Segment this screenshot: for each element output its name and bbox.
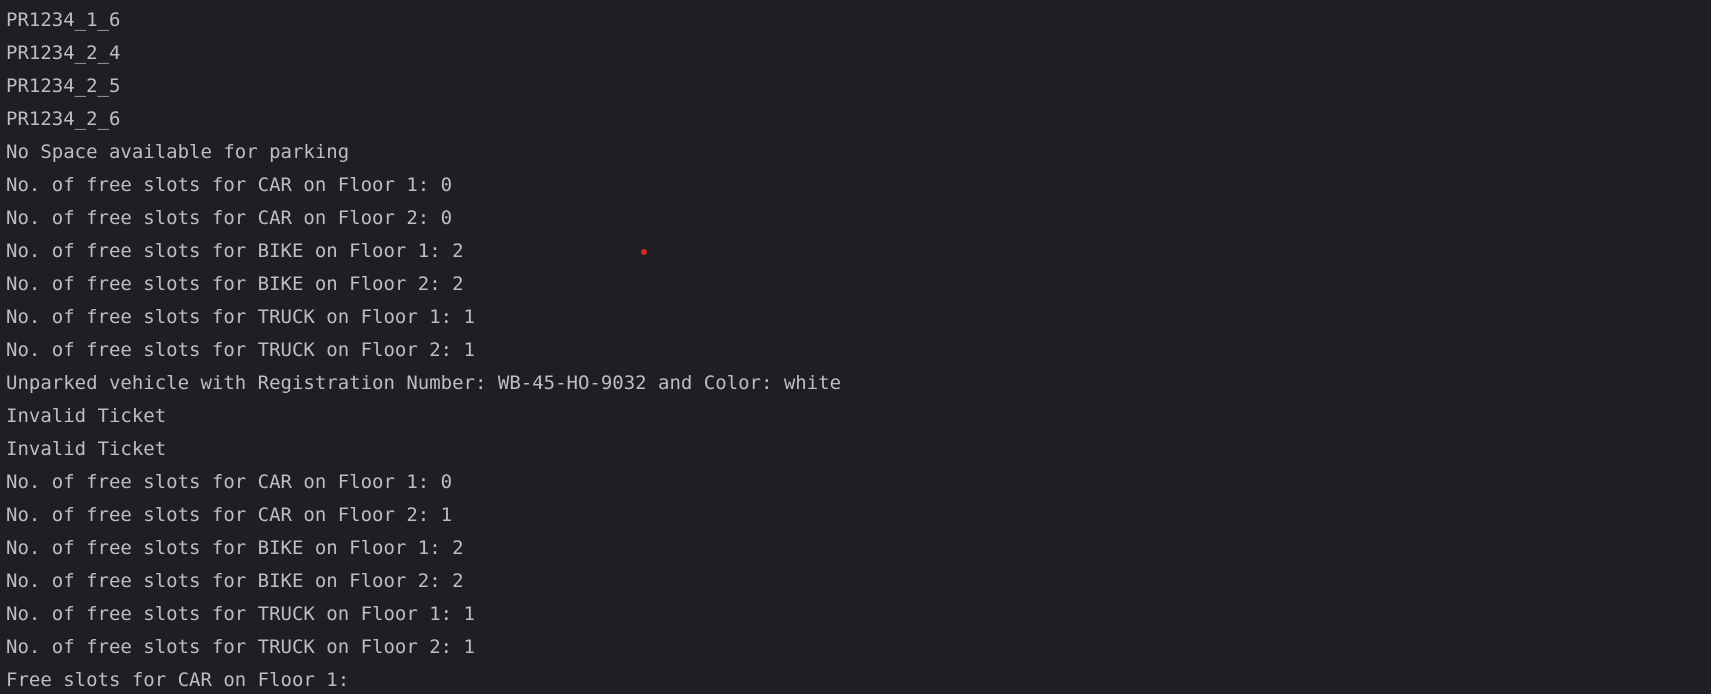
console-line: PR1234_1_6 <box>6 9 121 31</box>
console-line: Invalid Ticket <box>6 405 167 427</box>
red-dot-marker <box>641 249 647 255</box>
console-line: No. of free slots for BIKE on Floor 1: 2 <box>6 240 464 262</box>
console-line: No. of free slots for BIKE on Floor 2: 2 <box>6 570 464 592</box>
console-line: No. of free slots for CAR on Floor 1: 0 <box>6 471 453 493</box>
console-line: No. of free slots for TRUCK on Floor 2: … <box>6 636 475 658</box>
console-line: PR1234_2_5 <box>6 75 121 97</box>
console-line: No Space available for parking <box>6 141 350 163</box>
console-line: No. of free slots for CAR on Floor 2: 0 <box>6 207 453 229</box>
console-line: No. of free slots for TRUCK on Floor 1: … <box>6 306 475 328</box>
console-line: No. of free slots for BIKE on Floor 1: 2 <box>6 537 464 559</box>
console-line: PR1234_2_6 <box>6 108 121 130</box>
console-line: No. of free slots for TRUCK on Floor 2: … <box>6 339 475 361</box>
console-output[interactable]: PR1234_1_6 PR1234_2_4 PR1234_2_5 PR1234_… <box>0 0 1711 694</box>
console-line: Invalid Ticket <box>6 438 167 460</box>
console-line: No. of free slots for BIKE on Floor 2: 2 <box>6 273 464 295</box>
console-line: No. of free slots for TRUCK on Floor 1: … <box>6 603 475 625</box>
console-line: No. of free slots for CAR on Floor 1: 0 <box>6 174 453 196</box>
console-line: Free slots for CAR on Floor 1: <box>6 669 350 691</box>
console-line: No. of free slots for CAR on Floor 2: 1 <box>6 504 453 526</box>
console-line: PR1234_2_4 <box>6 42 121 64</box>
console-line: Unparked vehicle with Registration Numbe… <box>6 372 842 394</box>
